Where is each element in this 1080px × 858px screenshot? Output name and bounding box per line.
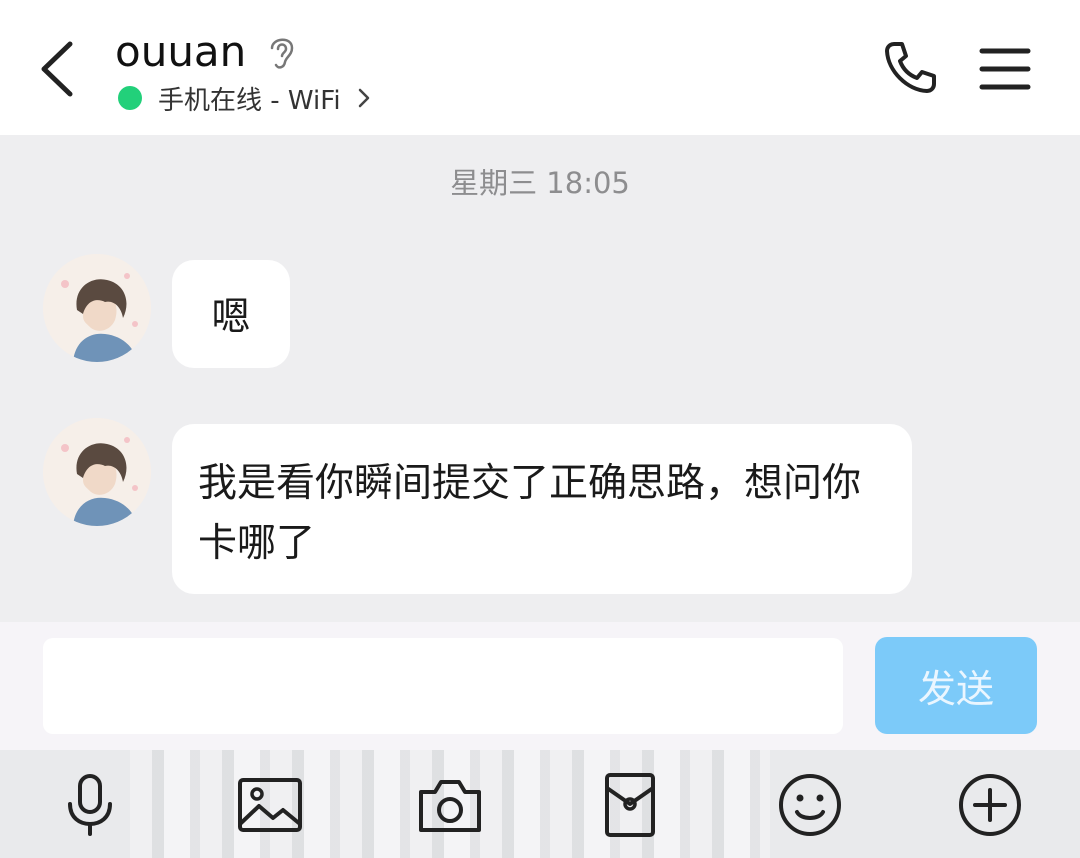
online-dot-icon [118,86,142,110]
input-toolbar [0,750,1080,858]
avatar[interactable] [43,254,151,362]
message-bubble[interactable]: 我是看你瞬间提交了正确思路，想问你卡哪了 [172,424,912,594]
avatar[interactable] [43,418,151,526]
online-status-text: 手机在线 - WiFi [158,85,341,116]
message-text: 我是看你瞬间提交了正确思路，想问你卡哪了 [198,461,862,566]
plus-icon[interactable] [955,770,1025,840]
menu-icon[interactable] [978,44,1032,94]
composer-bar: 发送 [0,622,1080,750]
status-line[interactable]: 手机在线 - WiFi [118,80,373,116]
contact-name: ouuan [115,27,247,76]
chevron-right-icon [355,85,373,111]
ear-icon [265,32,299,72]
message-bubble[interactable]: 嗯 [172,260,290,368]
contact-title[interactable]: ouuan [115,26,299,78]
camera-icon[interactable] [415,770,485,840]
phone-icon[interactable] [880,38,940,98]
message-text: 嗯 [211,295,251,340]
send-button[interactable]: 发送 [875,637,1037,734]
red-packet-icon[interactable] [595,770,665,840]
emoji-icon[interactable] [775,770,845,840]
image-icon[interactable] [235,770,305,840]
chat-header: ouuan 手机在线 - WiFi [0,0,1080,135]
voice-icon[interactable] [55,770,125,840]
message-timestamp: 星期三 18:05 [450,166,630,200]
back-chevron-icon[interactable] [30,36,90,102]
message-input[interactable] [43,638,843,734]
